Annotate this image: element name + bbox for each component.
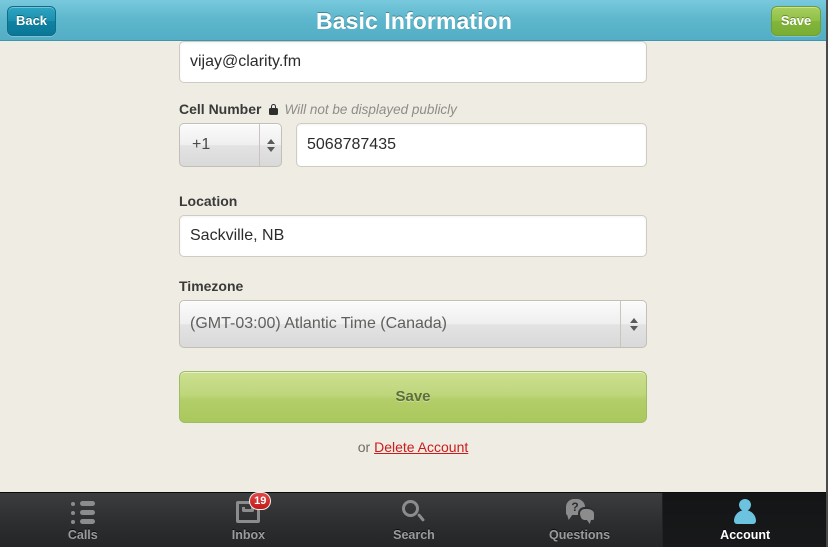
cell-number-label-text: Cell Number — [179, 101, 262, 117]
tab-search[interactable]: Search — [331, 493, 497, 547]
tab-inbox-label: Inbox — [231, 528, 266, 542]
location-label: Location — [179, 193, 647, 209]
app-header: Back Basic Information Save — [0, 0, 826, 41]
tab-questions-label: Questions — [549, 528, 611, 542]
page-title: Basic Information — [316, 8, 512, 34]
tab-calls-label: Calls — [67, 528, 98, 542]
save-button[interactable]: Save — [179, 371, 647, 423]
tab-account-label: Account — [720, 528, 771, 542]
delete-account-row: or Delete Account — [179, 439, 647, 455]
header-save-button[interactable]: Save — [771, 6, 821, 36]
timezone-label: Timezone — [179, 278, 647, 294]
tab-inbox[interactable]: 19 Inbox — [166, 492, 332, 547]
inbox-tray-icon: 19 — [233, 492, 272, 525]
location-field-row: Location Sackville, NB — [179, 193, 647, 257]
cell-number-input[interactable]: 5068787435 — [296, 123, 647, 167]
country-code-value: +1 — [192, 136, 211, 153]
list-icon — [68, 498, 98, 525]
cell-number-hint: Will not be displayed publicly — [284, 101, 457, 117]
magnifier-icon — [399, 498, 429, 525]
tab-account[interactable]: Account — [662, 493, 826, 547]
email-field-row: vijay@clarity.fm — [179, 41, 647, 83]
content-scroll-area[interactable]: vijay@clarity.fm Cell Number Will not be… — [0, 41, 826, 492]
country-code-spinner-icon[interactable] — [259, 124, 281, 166]
timezone-field-row: Timezone (GMT-03:00) Atlantic Time (Cana… — [179, 278, 647, 348]
timezone-spinner-icon[interactable] — [620, 301, 646, 347]
tab-search-label: Search — [393, 528, 435, 542]
delete-account-link[interactable]: Delete Account — [374, 439, 468, 455]
bottom-tab-bar: Calls 19 Inbox Search ? Questions Accoun… — [0, 492, 826, 547]
inbox-unread-badge: 19 — [249, 492, 272, 510]
speech-bubbles-question-icon: ? — [565, 498, 595, 525]
person-icon — [730, 498, 760, 525]
tab-calls[interactable]: Calls — [0, 493, 166, 547]
cell-number-controls: +1 5068787435 — [179, 123, 647, 167]
location-label-text: Location — [179, 193, 238, 209]
tab-questions[interactable]: ? Questions — [497, 493, 663, 547]
email-input[interactable]: vijay@clarity.fm — [179, 41, 647, 83]
lock-icon — [269, 103, 279, 115]
cell-number-field-row: Cell Number Will not be displayed public… — [179, 101, 647, 167]
delete-account-prefix: or — [357, 439, 375, 455]
timezone-label-text: Timezone — [179, 278, 244, 294]
timezone-select[interactable]: (GMT-03:00) Atlantic Time (Canada) — [179, 300, 647, 348]
timezone-value: (GMT-03:00) Atlantic Time (Canada) — [190, 315, 447, 332]
country-code-select[interactable]: +1 — [179, 123, 282, 167]
location-input[interactable]: Sackville, NB — [179, 215, 647, 257]
cell-number-label: Cell Number Will not be displayed public… — [179, 101, 647, 117]
app-window: Back Basic Information Save vijay@clarit… — [0, 0, 828, 547]
